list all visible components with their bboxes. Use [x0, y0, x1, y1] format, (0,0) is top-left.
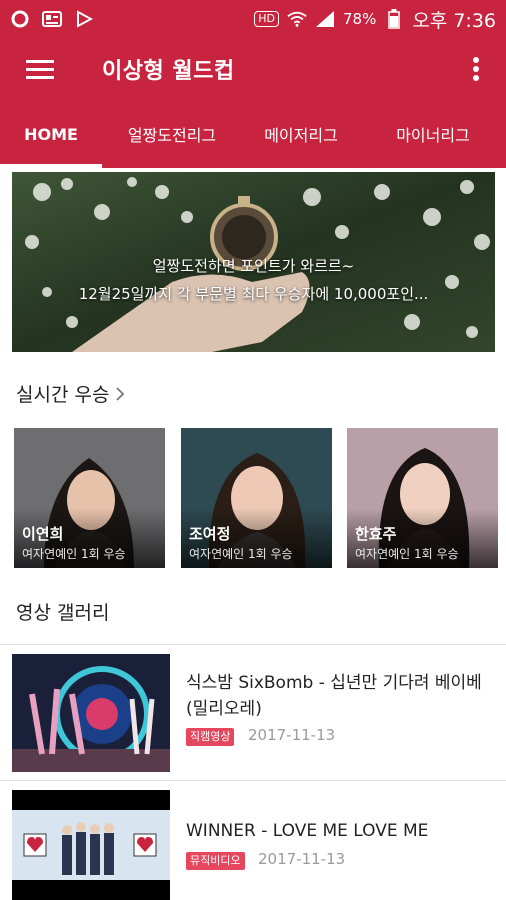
video-category-badge: 직캠영상 [186, 728, 235, 746]
promo-banner[interactable]: 얼짱도전하면 포인트가 와르르~ 12월25일까지 각 부문별 최다 우승자에 … [12, 172, 495, 352]
chevron-right-icon [116, 386, 125, 401]
realtime-winners-title: 실시간 우승 [16, 384, 110, 406]
winner-card[interactable]: 한효주 여자연예인 1회 우승 [347, 428, 498, 568]
banner-caption: 얼짱도전하면 포인트가 와르르~ 12월25일까지 각 부문별 최다 우승자에 … [12, 252, 495, 308]
realtime-winners-header[interactable]: 실시간 우승 [16, 380, 125, 407]
card-icon [42, 10, 62, 28]
play-store-icon [74, 10, 94, 28]
video-category-badge: 뮤직비디오 [186, 852, 245, 870]
video-list-item[interactable]: WINNER - LOVE ME LOVE ME 뮤직비디오 2017-11-1… [0, 782, 506, 900]
winner-name: 이연희 [22, 525, 64, 543]
video-title: WINNER - LOVE ME LOVE ME [186, 821, 429, 841]
video-list-item[interactable]: 식스밤 SixBomb - 십년만 기다려 베이베(밀리오레) 직캠영상 201… [0, 646, 506, 784]
video-thumbnail [12, 654, 170, 772]
winner-card[interactable]: 이연희 여자연예인 1회 우승 [14, 428, 165, 568]
more-options-button[interactable] [446, 38, 506, 100]
hamburger-icon [26, 60, 54, 79]
winner-name: 한효주 [355, 525, 397, 543]
video-gallery-title: 영상 갤러리 [16, 602, 110, 624]
hd-badge: HD [254, 11, 279, 27]
realtime-winners-list: 이연희 여자연예인 1회 우승 조여정 여자연예인 1회 우승 한효주 여자연예… [14, 428, 498, 568]
tab-home[interactable]: HOME [0, 100, 102, 168]
overflow-menu-icon [473, 57, 479, 81]
signal-icon [315, 10, 335, 28]
video-date: 2017-11-13 [248, 726, 336, 744]
opera-icon [10, 10, 30, 28]
wifi-icon [287, 10, 307, 28]
tab-minor-league[interactable]: 마이너리그 [360, 100, 506, 168]
app-title: 이상형 월드컵 [102, 59, 235, 84]
tab-challenge-league[interactable]: 얼짱도전리그 [102, 100, 242, 168]
tab-major-league[interactable]: 메이저리그 [242, 100, 360, 168]
winner-subtitle: 여자연예인 1회 우승 [355, 547, 459, 561]
battery-percent: 78% [342, 10, 377, 28]
winner-subtitle: 여자연예인 1회 우승 [189, 547, 293, 561]
video-gallery-header: 영상 갤러리 [16, 598, 109, 625]
banner-line-2: 12월25일까지 각 부문별 최다 우승자에 10,000포인... [78, 285, 429, 303]
video-date: 2017-11-13 [258, 850, 346, 868]
app-bar: 이상형 월드컵 [0, 38, 506, 100]
tab-bar: HOME 얼짱도전리그 메이저리그 마이너리그 [0, 100, 506, 168]
menu-button[interactable] [0, 38, 80, 100]
banner-line-1: 얼짱도전하면 포인트가 와르르~ [152, 257, 355, 275]
winner-card[interactable]: 조여정 여자연예인 1회 우승 [181, 428, 332, 568]
winner-name: 조여정 [189, 525, 231, 543]
divider [0, 780, 506, 781]
status-bar: HD 78% 오후 7:36 [0, 0, 506, 38]
clock: 오후 7:36 [412, 9, 496, 32]
video-thumbnail [12, 790, 170, 900]
video-title: 식스밤 SixBomb - 십년만 기다려 베이베(밀리오레) [186, 673, 482, 719]
battery-icon [384, 9, 404, 29]
winner-subtitle: 여자연예인 1회 우승 [22, 547, 126, 561]
divider [0, 644, 506, 645]
